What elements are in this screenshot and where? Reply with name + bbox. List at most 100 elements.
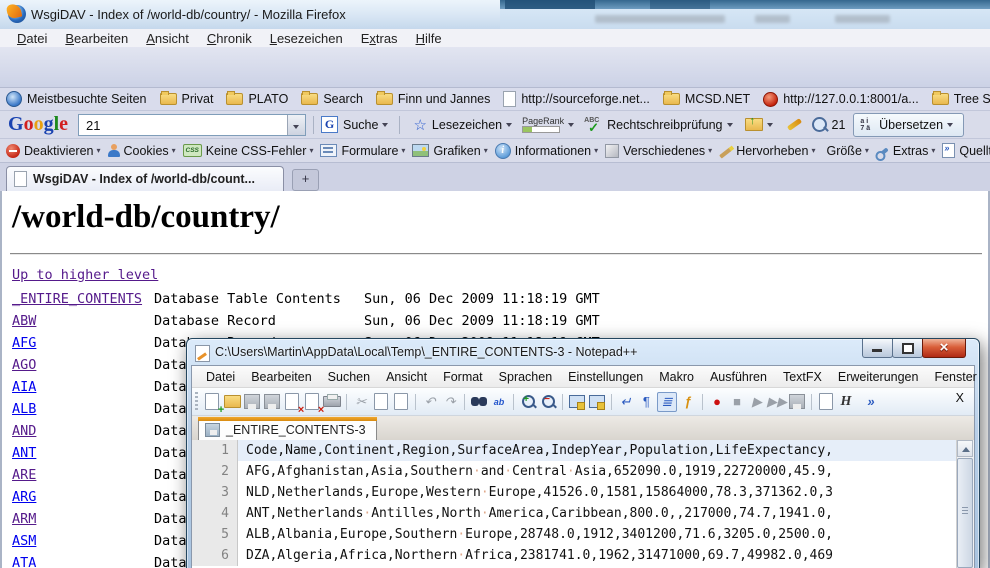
up-to-higher-level-link[interactable]: Up to higher level xyxy=(12,267,158,283)
webdev-menu-item[interactable]: Cookies ▾ xyxy=(108,144,181,158)
notepadpp-menu-item[interactable]: Einstellungen xyxy=(560,370,651,384)
new-file-icon[interactable] xyxy=(203,393,221,411)
google-search-button[interactable]: Suche xyxy=(343,118,378,132)
webdev-menu-item[interactable]: Verschiedenes ▾ xyxy=(605,144,717,158)
pagerank-widget[interactable]: PageRank xyxy=(522,117,564,133)
firefox-menu-item[interactable]: Datei xyxy=(8,31,56,46)
zoom-out-icon[interactable]: − xyxy=(539,393,557,411)
html-icon[interactable]: H xyxy=(837,393,855,411)
sync-v-icon[interactable] xyxy=(568,393,586,411)
line-text[interactable]: ANT,Netherlands·Antilles,North·America,C… xyxy=(238,503,957,524)
webdev-menu-item[interactable]: Informationen ▾ xyxy=(495,143,603,159)
sync-h-icon[interactable] xyxy=(588,393,606,411)
firefox-menu-item[interactable]: Extras xyxy=(352,31,407,46)
close-all-icon[interactable] xyxy=(303,393,321,411)
entry-link[interactable]: ATA xyxy=(12,555,36,568)
highlighter-icon[interactable] xyxy=(786,118,801,131)
copy-icon[interactable] xyxy=(372,393,390,411)
restore-button[interactable] xyxy=(892,339,923,358)
line-text[interactable]: DZA,Algeria,Africa,Northern·Africa,23817… xyxy=(238,545,957,566)
webdev-menu-item[interactable]: Extras ▾ xyxy=(876,144,940,158)
firefox-menu-item[interactable]: Lesezeichen xyxy=(261,31,352,46)
notepadpp-menu-item[interactable]: ? xyxy=(985,370,990,384)
notepadpp-menu-item[interactable]: Ansicht xyxy=(378,370,435,384)
bookmark-item[interactable]: http://127.0.0.1:8001/a... xyxy=(763,92,919,107)
firefox-menu-item[interactable]: Hilfe xyxy=(407,31,451,46)
notepadpp-menu-item[interactable]: Bearbeiten xyxy=(243,370,319,384)
replace-icon[interactable]: ab xyxy=(490,393,508,411)
entry-link[interactable]: ARE xyxy=(12,467,36,483)
webdev-menu-item[interactable]: Deaktivieren ▾ xyxy=(6,144,106,158)
webdev-menu-item[interactable]: Hervorheben ▾ xyxy=(719,144,820,158)
play-macro-icon[interactable]: ▶ xyxy=(748,393,766,411)
send-to-icon[interactable] xyxy=(745,118,763,131)
editor-scrollbar[interactable] xyxy=(956,440,974,568)
entry-link[interactable]: AFG xyxy=(12,335,36,351)
close-button[interactable] xyxy=(922,339,966,358)
entry-link[interactable]: AND xyxy=(12,423,36,439)
bookmark-item[interactable]: Tree Samples xyxy=(932,92,990,106)
undo-icon[interactable]: ↶ xyxy=(421,393,439,411)
scrollbar-thumb[interactable] xyxy=(957,458,973,568)
notepadpp-titlebar[interactable]: C:\Users\Martin\AppData\Local\Temp\_ENTI… xyxy=(187,339,979,365)
firefox-menu-item[interactable]: Ansicht xyxy=(137,31,198,46)
toolbar-overflow-icon[interactable]: » xyxy=(862,393,880,411)
line-text[interactable]: Code,Name,Continent,Region,SurfaceArea,I… xyxy=(238,440,957,461)
indent-guide-icon[interactable]: ≣ xyxy=(657,392,677,412)
close-document-button[interactable]: X xyxy=(956,391,964,405)
show-all-chars-icon[interactable]: ¶ xyxy=(637,393,655,411)
entry-link[interactable]: ARG xyxy=(12,489,36,505)
open-file-icon[interactable] xyxy=(223,393,241,411)
google-search-input[interactable]: 21 xyxy=(78,114,306,136)
find-icon[interactable] xyxy=(470,393,488,411)
notepadpp-menu-item[interactable]: Fenster xyxy=(926,370,984,384)
entry-link[interactable]: ALB xyxy=(12,401,36,417)
entry-link[interactable]: ASM xyxy=(12,533,36,549)
entry-link[interactable]: AIA xyxy=(12,379,36,395)
firefox-titlebar[interactable]: WsgiDAV - Index of /world-db/country/ - … xyxy=(0,0,500,29)
save-all-icon[interactable] xyxy=(263,393,281,411)
notepadpp-menu-item[interactable]: Erweiterungen xyxy=(830,370,927,384)
function-list-icon[interactable]: ƒ xyxy=(679,393,697,411)
bookmark-item[interactable]: http://sourceforge.net... xyxy=(503,91,650,107)
new-tab-button[interactable]: + xyxy=(292,169,319,191)
google-bookmarks-button[interactable]: Lesezeichen xyxy=(432,118,502,132)
print-icon[interactable] xyxy=(323,393,341,411)
stop-macro-icon[interactable]: ■ xyxy=(728,393,746,411)
webdev-menu-item[interactable]: Grafiken ▾ xyxy=(412,144,492,158)
redo-icon[interactable]: ↷ xyxy=(441,393,459,411)
word-find-icon[interactable] xyxy=(812,117,827,132)
zoom-in-icon[interactable]: + xyxy=(519,393,537,411)
entry-link[interactable]: ARM xyxy=(12,511,36,527)
paste-icon[interactable] xyxy=(392,393,410,411)
notepadpp-menu-item[interactable]: Sprachen xyxy=(491,370,561,384)
cut-icon[interactable]: ✂ xyxy=(352,393,370,411)
document-tab[interactable]: _ENTIRE_CONTENTS-3 xyxy=(198,417,377,442)
webdev-menu-item[interactable]: Quellte xyxy=(942,143,990,158)
notepadpp-menu-item[interactable]: Datei xyxy=(198,370,243,384)
minimize-button[interactable] xyxy=(862,339,893,358)
bookmark-item[interactable]: Finn und Jannes xyxy=(376,92,490,106)
bookmark-item[interactable]: MCSD.NET xyxy=(663,92,750,106)
bookmark-item[interactable]: Privat xyxy=(160,92,214,106)
firefox-menu-item[interactable]: Bearbeiten xyxy=(56,31,137,46)
spellcheck-button[interactable]: Rechtschreibprüfung xyxy=(607,118,722,132)
firefox-menu-item[interactable]: Chronik xyxy=(198,31,261,46)
notepadpp-menu-item[interactable]: Makro xyxy=(651,370,702,384)
google-search-value[interactable]: 21 xyxy=(86,118,100,133)
run-macro-multi-icon[interactable]: ▶▶ xyxy=(768,393,786,411)
editor-area[interactable]: 1 Code,Name,Continent,Region,SurfaceArea… xyxy=(192,440,974,568)
tab-wsgidav[interactable]: WsgiDAV - Index of /world-db/count... xyxy=(6,166,284,191)
line-text[interactable]: AFG,Afghanistan,Asia,Southern·and·Centra… xyxy=(238,461,957,482)
line-text[interactable]: NLD,Netherlands,Europe,Western·Europe,41… xyxy=(238,482,957,503)
record-macro-icon[interactable]: ● xyxy=(708,393,726,411)
webdev-menu-item[interactable]: Keine CSS-Fehler ▾ xyxy=(183,144,319,158)
bookmark-item[interactable]: PLATO xyxy=(226,92,288,106)
notepadpp-menu-item[interactable]: Format xyxy=(435,370,491,384)
scroll-up-button[interactable] xyxy=(957,440,973,457)
search-history-dropdown[interactable] xyxy=(287,115,305,135)
entry-link[interactable]: ANT xyxy=(12,445,36,461)
notepadpp-menu-item[interactable]: Ausführen xyxy=(702,370,775,384)
save-icon[interactable] xyxy=(243,393,261,411)
word-wrap-icon[interactable]: ↵ xyxy=(617,393,635,411)
